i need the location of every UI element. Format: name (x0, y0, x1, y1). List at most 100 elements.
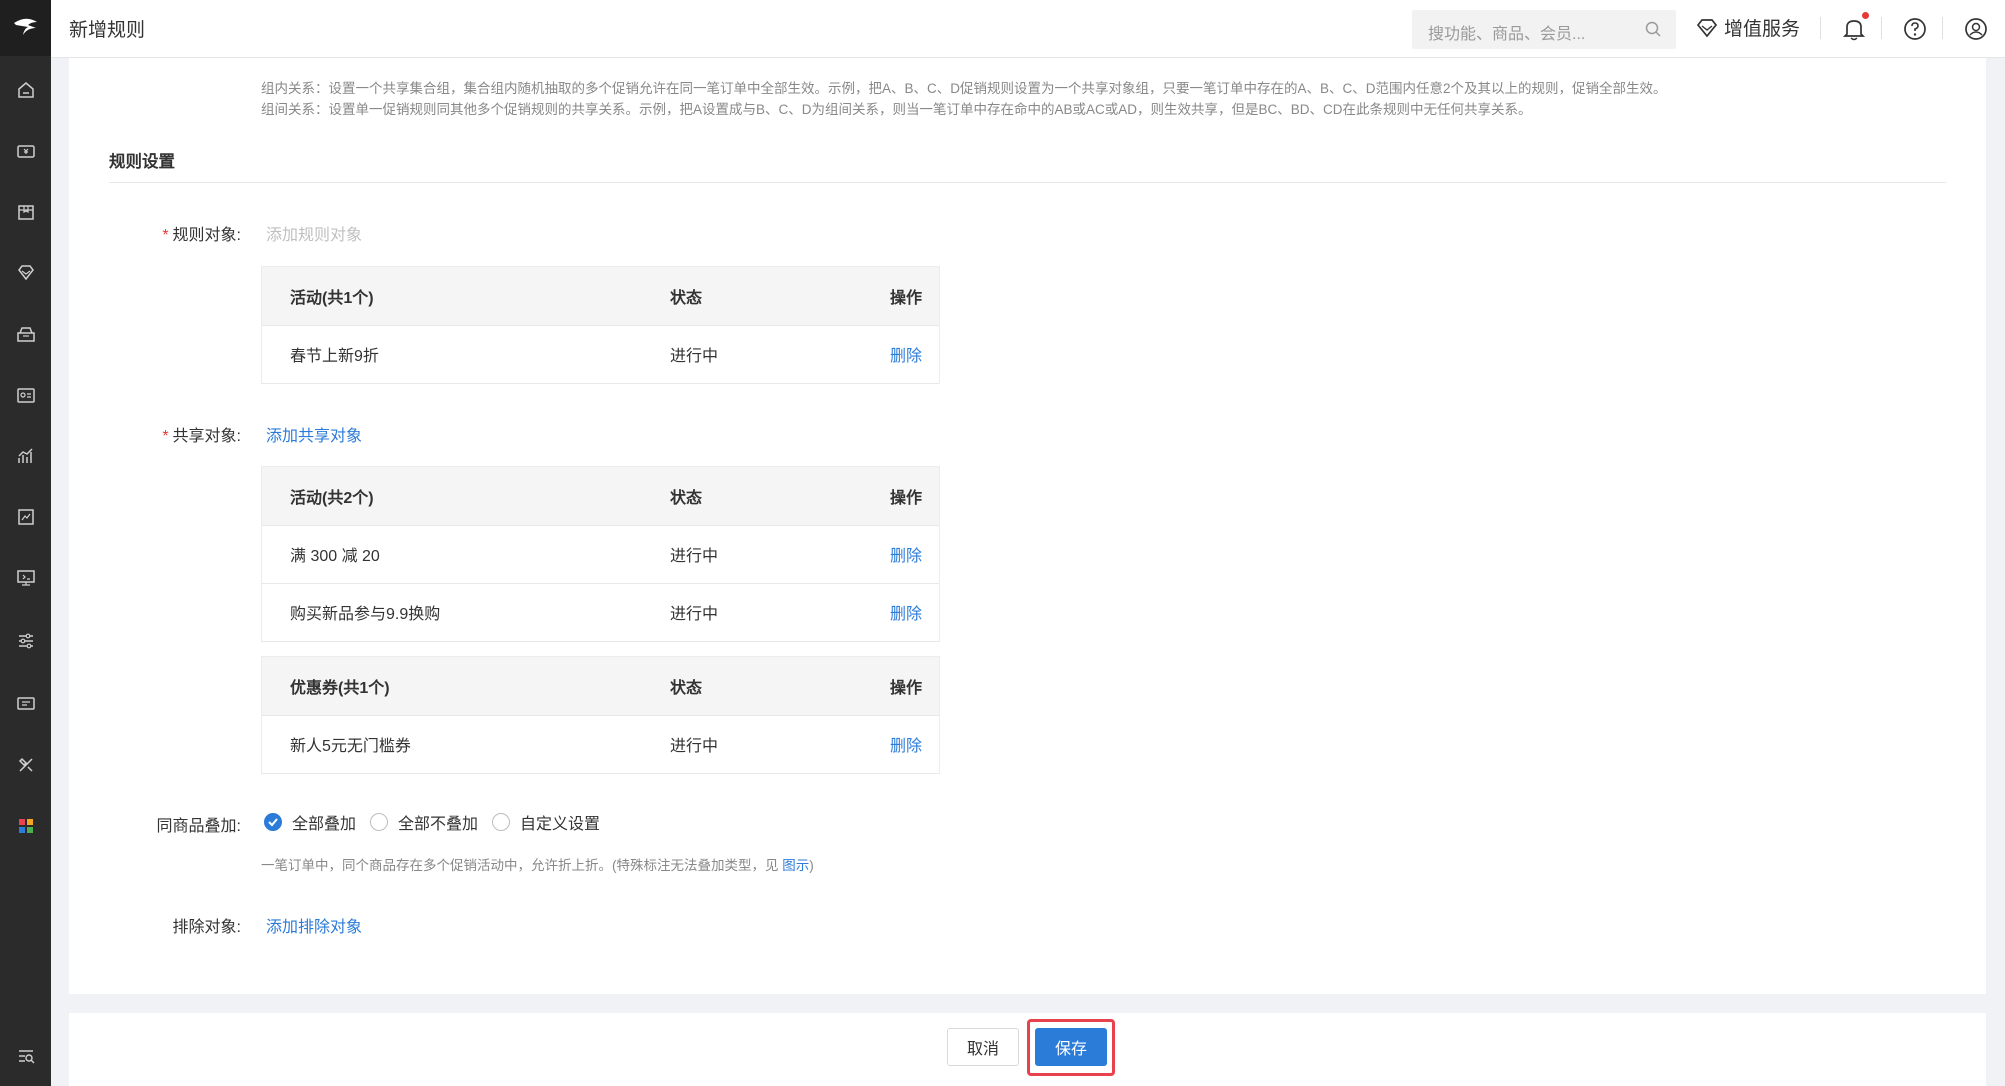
cancel-button[interactable]: 取消 (947, 1028, 1019, 1066)
table-header-cell: 优惠券(共1个) (262, 657, 670, 716)
page-gutter-middle (69, 994, 1986, 1013)
help-icon[interactable] (1902, 16, 1928, 42)
rule-form-card: 组内关系：设置一个共享集合组，集合组内随机抽取的多个促销允许在同一笔订单中全部生… (69, 58, 1986, 994)
table-header-cell: 活动(共1个) (262, 267, 670, 326)
bell-icon[interactable] (1841, 16, 1867, 42)
delete-link[interactable]: 删除 (890, 348, 922, 365)
share-activity-table: 活动(共2个) 状态 操作 满 300 减 20 进行中 删除 购买新品参与9.… (262, 467, 939, 642)
delete-link[interactable]: 删除 (890, 548, 922, 565)
page-title: 新增规则 (69, 20, 146, 41)
activity-status: 进行中 (670, 583, 850, 642)
table-row: 春节上新9折 进行中 删除 (262, 325, 939, 384)
stacking-hint-text: 一笔订单中，同个商品存在多个促销活动中，允许折上折。(特殊标注无法叠加类型，见 (261, 858, 783, 873)
header-divider (1942, 17, 1943, 39)
logo-icon (13, 18, 37, 35)
stacking-label: 同商品叠加: (156, 818, 241, 835)
table-header-cell: 活动(共2个) (262, 467, 670, 526)
table-row: 购买新品参与9.9换购 进行中 删除 (262, 583, 939, 642)
table-header-row: 活动(共2个) 状态 操作 (262, 467, 939, 526)
menu-search-icon[interactable] (0, 1036, 51, 1076)
header-divider (1820, 17, 1821, 39)
radio-unchecked-icon[interactable] (370, 813, 389, 831)
top-header: 新增规则 搜功能、商品、会员... 增值服务 (51, 0, 2005, 58)
stacking-hint-suffix: ) (809, 858, 814, 873)
save-button[interactable]: 保存 (1035, 1028, 1107, 1066)
group-outer-description: 组间关系：设置单一促销规则同其他多个促销规则的共享关系。示例，把A设置成与B、C… (261, 102, 1532, 117)
table-row: 新人5元无门槛券 进行中 删除 (262, 715, 939, 774)
staff-icon[interactable] (0, 375, 51, 415)
add-share-object-link[interactable]: 添加共享对象 (266, 422, 362, 446)
radio-checked-icon[interactable] (264, 813, 282, 831)
required-mark: * (162, 227, 169, 244)
member-icon[interactable] (0, 253, 51, 293)
bottom-action-bar: 取消 保存 (69, 1013, 1986, 1086)
table-header-cell: 状态 (670, 267, 850, 326)
radio-option-custom[interactable]: 自定义设置 (492, 810, 600, 834)
diagram-link[interactable]: 图示 (782, 858, 809, 873)
exclude-object-label: 排除对象: (172, 919, 241, 936)
apps-icon[interactable] (0, 806, 51, 846)
page-gutter-right (1986, 58, 2005, 1086)
header-divider (1881, 17, 1882, 39)
marketing-icon[interactable] (0, 314, 51, 354)
radio-label: 全部叠加 (292, 816, 357, 833)
rule-object-table: 活动(共1个) 状态 操作 春节上新9折 进行中 删除 (262, 267, 939, 384)
delete-link[interactable]: 删除 (890, 606, 922, 623)
rule-object-label-text: 规则对象: (172, 227, 241, 244)
cashier-icon[interactable] (0, 131, 51, 171)
message-icon[interactable] (0, 684, 51, 724)
user-account-icon[interactable] (1963, 16, 1989, 42)
value-added-services-button[interactable]: 增值服务 (1696, 14, 1800, 41)
radio-option-stack-all[interactable]: 全部叠加 (264, 810, 356, 834)
required-mark: * (162, 428, 169, 445)
settings-sliders-icon[interactable] (0, 621, 51, 661)
search-icon[interactable] (1644, 20, 1662, 38)
home-icon[interactable] (0, 70, 51, 110)
share-coupon-table: 优惠券(共1个) 状态 操作 新人5元无门槛券 进行中 删除 (262, 657, 939, 774)
radio-option-no-stack[interactable]: 全部不叠加 (370, 810, 478, 834)
stacking-hint: 一笔订单中，同个商品存在多个促销活动中，允许折上折。(特殊标注无法叠加类型，见 … (261, 854, 814, 874)
search-placeholder[interactable]: 搜功能、商品、会员... (1428, 20, 1585, 44)
rule-object-label: * 规则对象: (91, 221, 241, 245)
app-frame: 新增规则 搜功能、商品、会员... 增值服务 组内关系：设置一个共享集合组，集合… (0, 0, 2005, 1086)
table-header-row: 优惠券(共1个) 状态 操作 (262, 657, 939, 716)
share-coupon-table-wrap: 优惠券(共1个) 状态 操作 新人5元无门槛券 进行中 删除 (261, 656, 940, 774)
page-gutter-left (51, 58, 69, 1086)
vas-label: 增值服务 (1724, 19, 1801, 40)
radio-label: 自定义设置 (520, 816, 601, 833)
left-icon-rail (0, 0, 51, 1086)
coupon-status: 进行中 (670, 715, 850, 774)
stacking-radio-group: 全部叠加 全部不叠加 自定义设置 (264, 810, 614, 834)
table-header-cell: 状态 (670, 467, 850, 526)
finance-icon[interactable] (0, 558, 51, 598)
tools-icon[interactable] (0, 745, 51, 785)
activity-name: 满 300 减 20 (262, 525, 670, 584)
activity-status: 进行中 (670, 525, 850, 584)
radio-unchecked-icon[interactable] (492, 813, 511, 831)
global-search[interactable]: 搜功能、商品、会员... (1412, 10, 1676, 49)
notification-dot (1862, 12, 1869, 19)
activity-name: 购买新品参与9.9换购 (262, 583, 670, 642)
share-object-label: * 共享对象: (91, 422, 241, 446)
section-divider (109, 182, 1946, 183)
table-header-cell: 状态 (670, 657, 850, 716)
table-header-cell: 操作 (850, 267, 939, 326)
share-object-label-text: 共享对象: (172, 428, 241, 445)
diamond-icon (1696, 18, 1718, 37)
data-chart-icon[interactable] (0, 436, 51, 476)
report-icon[interactable] (0, 497, 51, 537)
add-rule-object-link[interactable]: 添加规则对象 (266, 221, 362, 245)
app-logo[interactable] (0, 0, 51, 56)
section-title: 规则设置 (109, 153, 175, 171)
coupon-name: 新人5元无门槛券 (262, 715, 670, 774)
table-header-cell: 操作 (850, 467, 939, 526)
add-exclude-object-link[interactable]: 添加排除对象 (266, 913, 362, 937)
radio-label: 全部不叠加 (398, 816, 479, 833)
rule-object-table-wrap: 活动(共1个) 状态 操作 春节上新9折 进行中 删除 (261, 266, 940, 384)
table-header-row: 活动(共1个) 状态 操作 (262, 267, 939, 326)
delete-link[interactable]: 删除 (890, 738, 922, 755)
activity-name: 春节上新9折 (262, 325, 670, 384)
table-header-cell: 操作 (850, 657, 939, 716)
product-icon[interactable] (0, 192, 51, 232)
group-inner-description: 组内关系：设置一个共享集合组，集合组内随机抽取的多个促销允许在同一笔订单中全部生… (261, 81, 1667, 96)
